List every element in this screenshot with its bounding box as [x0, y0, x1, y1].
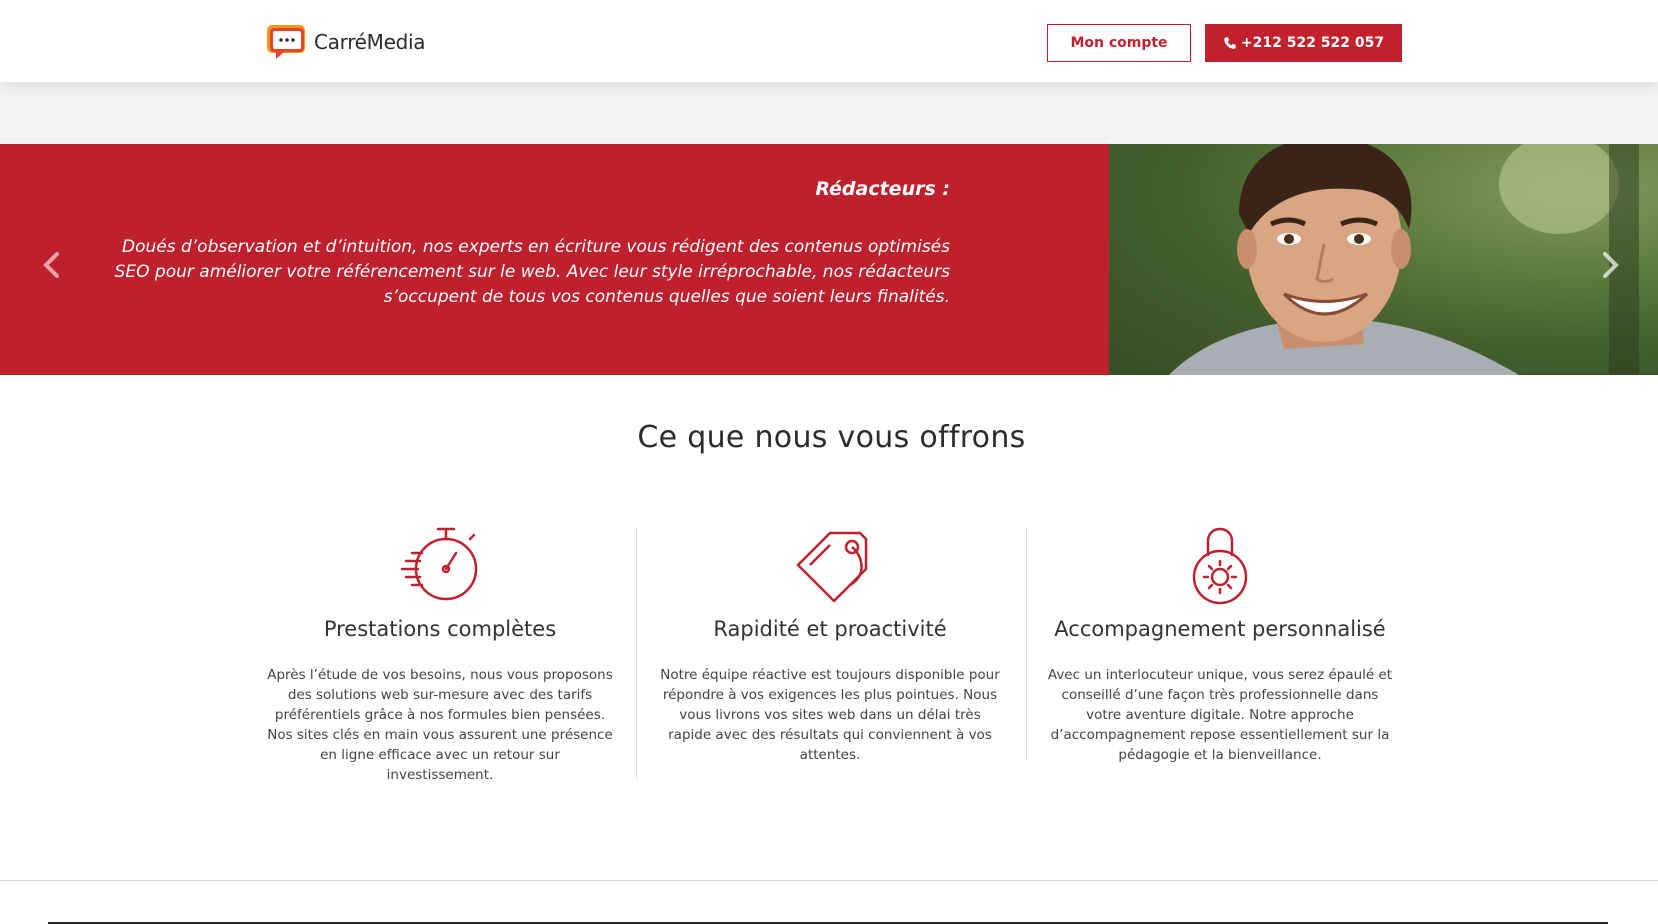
slide-photo	[1109, 144, 1658, 375]
offer-text: Avec un interlocuteur unique, vous serez…	[1047, 667, 1393, 763]
stopwatch-icon	[400, 527, 478, 601]
slide-title: Rédacteurs :	[815, 178, 950, 200]
offer-title: Rapidité et proactivité	[713, 617, 947, 641]
offer-text: Après l’étude de vos besoins, nous vous …	[267, 667, 613, 783]
phone-number: +212 522 522 057	[1240, 35, 1385, 51]
column-divider	[636, 528, 637, 779]
section-title: Ce que nous vous offrons	[637, 420, 1026, 455]
offer-title: Accompagnement personnalisé	[1054, 617, 1386, 641]
portrait-photo-icon	[1109, 144, 1658, 375]
column-divider	[1026, 528, 1027, 760]
chat-bubble-logo-icon	[267, 25, 305, 59]
phone-icon	[1224, 37, 1236, 49]
chevron-right-icon[interactable]	[1598, 250, 1622, 280]
offer-title: Prestations complètes	[323, 617, 557, 641]
offer-card: Accompagnement personnalisé Avec un inte…	[1038, 525, 1402, 765]
header-spacer	[0, 82, 1658, 144]
slide-text: Doués d’observation et d’intuition, nos …	[114, 237, 950, 307]
site-header: CarréMedia Mon compte +212 522 522 057	[0, 0, 1658, 82]
account-button[interactable]: Mon compte	[1047, 24, 1191, 62]
offer-text: Notre équipe réactive est toujours dispo…	[660, 667, 1000, 763]
section-separator	[0, 880, 1658, 881]
phone-button[interactable]: +212 522 522 057	[1205, 24, 1402, 62]
offer-card: Prestations complètes Après l’étude de v…	[258, 525, 622, 785]
price-tag-icon	[796, 531, 868, 603]
padlock-icon	[1192, 527, 1248, 605]
chevron-left-icon[interactable]	[40, 250, 64, 280]
logo-text: CarréMedia	[314, 30, 426, 54]
logo[interactable]: CarréMedia	[266, 24, 426, 60]
offer-card: Rapidité et proactivité Notre équipe réa…	[648, 525, 1012, 765]
